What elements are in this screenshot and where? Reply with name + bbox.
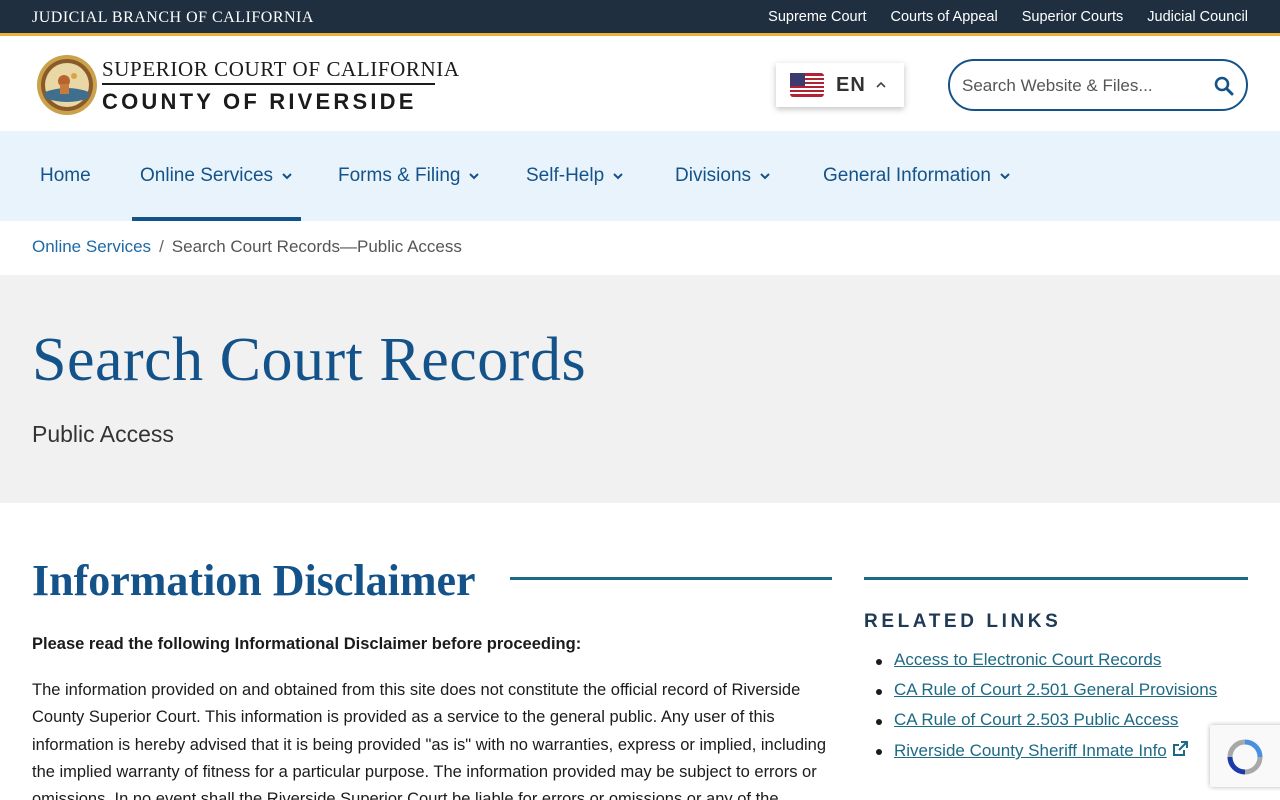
related-divider: [864, 577, 1248, 580]
nav-item-general-information[interactable]: General Information: [823, 131, 1011, 221]
list-item: CA Rule of Court 2.503 Public Access: [875, 710, 1217, 740]
page-subtitle: Public Access: [32, 421, 174, 447]
list-item: Riverside County Sheriff Inmate Info: [875, 740, 1217, 770]
chevron-down-icon: [613, 173, 623, 180]
logo-divider: [102, 83, 435, 85]
us-flag-icon: [790, 73, 824, 97]
nav-item-label: General Information: [823, 165, 991, 186]
nav-item-label: Online Services: [140, 165, 274, 186]
utility-bar: JUDICIAL BRANCH OF CALIFORNIA Supreme Co…: [0, 0, 1280, 36]
chevron-down-icon: [282, 173, 292, 180]
recaptcha-icon: [1227, 739, 1263, 775]
search-input[interactable]: [962, 73, 1202, 99]
disclaimer-lead: Please read the following Informational …: [32, 635, 582, 653]
breadcrumb: Online Services / Search Court Records—P…: [32, 237, 462, 257]
chevron-down-icon: [1000, 173, 1010, 180]
page-hero: Search Court Records Public Access: [0, 275, 1280, 503]
breadcrumb-separator: /: [159, 237, 164, 256]
related-link-rule-2-501[interactable]: CA Rule of Court 2.501 General Provision…: [894, 680, 1217, 699]
nav-item-divisions[interactable]: Divisions: [675, 131, 771, 221]
related-links-title: RELATED LINKS: [864, 611, 1062, 632]
chevron-up-icon: [876, 81, 886, 88]
page-title: Search Court Records: [32, 326, 587, 394]
main-nav: Home Online Services Forms & Filing Self…: [0, 131, 1280, 221]
nav-item-home[interactable]: Home: [40, 131, 91, 221]
search-icon[interactable]: [1214, 76, 1234, 96]
breadcrumb-current: Search Court Records—Public Access: [171, 237, 462, 256]
recaptcha-badge[interactable]: [1210, 725, 1280, 787]
utility-link-supreme-court[interactable]: Supreme Court: [768, 9, 866, 25]
nav-item-label: Divisions: [675, 165, 752, 186]
nav-item-self-help[interactable]: Self-Help: [526, 131, 624, 221]
related-link-electronic-records[interactable]: Access to Electronic Court Records: [894, 650, 1161, 669]
language-code: EN: [836, 73, 866, 96]
related-link-rule-2-503[interactable]: CA Rule of Court 2.503 Public Access: [894, 710, 1178, 729]
judicial-branch-label: JUDICIAL BRANCH OF CALIFORNIA: [32, 9, 314, 26]
site-header: SUPERIOR COURT OF CALIFORNIA COUNTY OF R…: [0, 39, 1280, 131]
external-link-icon: [1172, 741, 1188, 756]
nav-item-label: Self-Help: [526, 165, 605, 186]
section-divider: [510, 577, 832, 580]
utility-link-courts-of-appeal[interactable]: Courts of Appeal: [890, 9, 997, 25]
list-item: Access to Electronic Court Records: [875, 650, 1217, 680]
logo-line-1: SUPERIOR COURT OF CALIFORNIA: [102, 57, 460, 81]
chevron-down-icon: [760, 173, 770, 180]
disclaimer-body: The information provided on and obtained…: [32, 681, 827, 800]
nav-item-online-services[interactable]: Online Services: [131, 131, 302, 221]
related-links-list: Access to Electronic Court Records CA Ru…: [875, 650, 1217, 770]
chevron-down-icon: [469, 173, 480, 180]
logo-line-2: COUNTY OF RIVERSIDE: [102, 89, 417, 114]
site-search: [948, 59, 1248, 111]
nav-item-label: Forms & Filing: [338, 165, 461, 186]
utility-link-superior-courts[interactable]: Superior Courts: [1022, 9, 1124, 25]
breadcrumb-link-online-services[interactable]: Online Services: [32, 237, 151, 257]
utility-link-judicial-council[interactable]: Judicial Council: [1147, 9, 1248, 25]
list-item: CA Rule of Court 2.501 General Provision…: [875, 680, 1217, 710]
nav-item-label: Home: [40, 165, 91, 186]
nav-item-forms-filing[interactable]: Forms & Filing: [338, 131, 480, 221]
utility-links: Supreme Court Courts of Appeal Superior …: [768, 9, 1248, 25]
section-title: Information Disclaimer: [32, 556, 476, 605]
related-link-inmate-info[interactable]: Riverside County Sheriff Inmate Info: [894, 741, 1167, 760]
language-selector[interactable]: EN: [776, 63, 904, 107]
court-seal[interactable]: [36, 54, 98, 116]
